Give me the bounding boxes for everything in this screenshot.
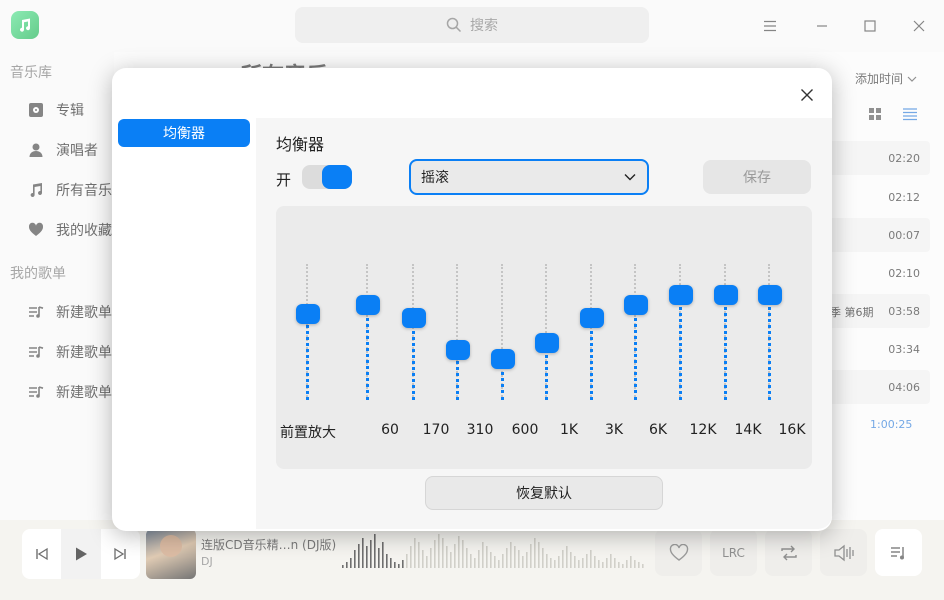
slider-fill [590,318,594,400]
reset-default-button[interactable]: 恢复默认 [425,476,663,510]
eq-band-slider[interactable] [446,264,470,400]
slider-fill [768,295,772,400]
close-icon [801,89,813,101]
eq-band-slider[interactable] [402,264,426,400]
nav-item-equalizer[interactable]: 均衡器 [118,119,250,147]
slider-handle[interactable] [402,308,426,328]
preset-select[interactable]: 摇滚 [409,159,649,195]
save-button[interactable]: 保存 [703,160,811,194]
eq-band-label: 310 [466,422,494,438]
eq-band-label: 3K [604,422,624,438]
slider-fill [634,305,638,400]
slider-handle[interactable] [758,285,782,305]
slider-fill [724,295,728,400]
eq-band-slider[interactable] [491,264,515,400]
slider-fill [306,314,310,400]
eq-band-slider[interactable] [669,264,693,400]
slider-handle[interactable] [669,285,693,305]
eq-band-slider[interactable] [580,264,604,400]
eq-band-slider[interactable] [296,264,320,400]
slider-fill [679,295,683,400]
switch-label: 开 [276,171,292,189]
slider-handle[interactable] [535,333,559,353]
slider-fill [366,305,370,400]
eq-band-slider[interactable] [714,264,738,400]
eq-band-slider[interactable] [356,264,380,400]
preset-value: 摇滚 [421,170,449,186]
eq-band-label: 60 [381,422,399,438]
eq-band-label: 170 [422,422,450,438]
eq-band-label: 16K [778,422,806,438]
slider-handle[interactable] [491,349,515,369]
slider-handle[interactable] [714,285,738,305]
slider-handle[interactable] [296,304,320,324]
slider-handle[interactable] [446,340,470,360]
eq-band-label: 12K [689,422,717,438]
eq-band-slider[interactable] [624,264,648,400]
toggle-knob [322,165,352,189]
slider-handle[interactable] [580,308,604,328]
eq-band-label: 1K [559,422,579,438]
eq-band-slider[interactable] [535,264,559,400]
chevron-down-icon [624,174,636,181]
equalizer-dialog: 均衡器 均衡器 开 摇滚 保存 前置放大 60 170 310 600 1K 3K 6K 12K… [112,68,832,531]
slider-handle[interactable] [356,295,380,315]
eq-band-label: 14K [734,422,762,438]
equalizer-toggle[interactable] [302,165,352,189]
dialog-close-button[interactable] [795,83,819,107]
eq-band-label: 前置放大 [280,425,336,441]
eq-band-label: 600 [511,422,539,438]
equalizer-title: 均衡器 [276,135,325,154]
eq-band-label: 6K [648,422,668,438]
equalizer-sliders: 前置放大 60 170 310 600 1K 3K 6K 12K 14K 16K [276,206,812,469]
eq-band-slider[interactable] [758,264,782,400]
slider-fill [412,318,416,400]
slider-handle[interactable] [624,295,648,315]
